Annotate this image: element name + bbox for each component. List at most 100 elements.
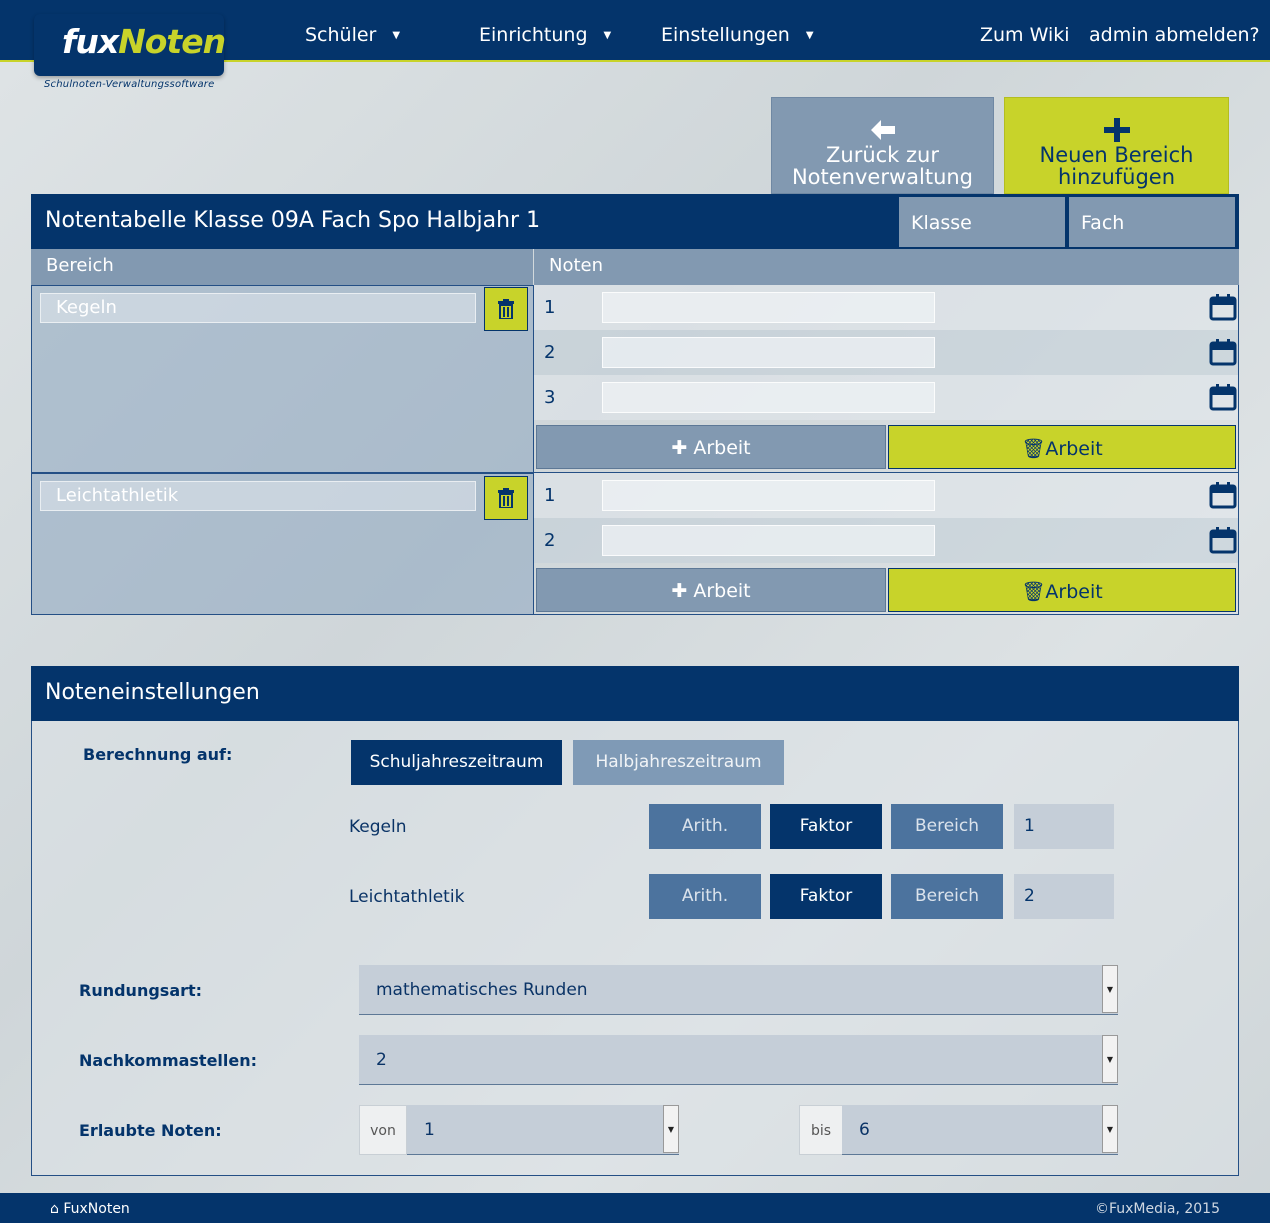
area-row-leichtathletik: Leichtathletik [31,473,534,615]
chevron-down-icon: ▼ [1102,965,1118,1013]
settings-header: Noteneinstellungen [31,666,1239,721]
logo[interactable]: fuxNoten [34,14,226,76]
caret-down-icon: ▼ [392,30,401,41]
nav-schueler[interactable]: Schüler ▼ [305,24,400,46]
delete-area-button[interactable] [484,287,528,331]
add-work-button[interactable]: ✚ Arbeit [536,425,886,469]
add-work-label: Arbeit [693,437,751,459]
arrow-left-icon [870,120,895,140]
allowed-from-value: 1 [424,1120,435,1140]
footer: ⌂ FuxNoten ©FuxMedia, 2015 [0,1193,1270,1223]
factor-input[interactable]: 2 [1014,874,1114,919]
delete-area-button[interactable] [484,476,528,520]
footer-copyright: ©FuxMedia, 2015 [1094,1201,1220,1217]
calendar-icon[interactable] [1209,526,1237,554]
decimals-label: Nachkommastellen: [79,1051,258,1070]
weight-area-label: Leichtathletik [349,887,465,907]
area-row-kegeln: Kegeln [31,285,534,473]
nav-wiki-link[interactable]: Zum Wiki [980,24,1070,46]
note-number: 2 [544,342,556,363]
calendar-icon[interactable] [1209,383,1237,411]
note-input[interactable] [602,292,935,323]
settings-title: Noteneinstellungen [45,680,260,705]
calendar-icon[interactable] [1209,338,1237,366]
plus-icon [1103,118,1130,142]
trash-icon [498,299,514,319]
calc-schuljahr-button[interactable]: Schuljahreszeitraum [351,740,562,785]
trash-icon [498,488,514,508]
rounding-value: mathematisches Runden [376,980,588,1000]
note-input[interactable] [602,337,935,368]
caret-down-icon: ▼ [805,30,814,41]
delete-work-label: Arbeit [1045,438,1103,460]
nav-einstellungen[interactable]: Einstellungen ▼ [661,24,814,46]
add-button-line1: Neuen Bereich [1039,143,1194,167]
note-row: 3 [534,375,1238,420]
delete-work-label: Arbeit [1045,581,1103,603]
klasse-button[interactable]: Klasse [899,197,1065,247]
footer-home-label: FuxNoten [63,1201,130,1217]
note-number: 1 [544,297,556,318]
allowed-from-select[interactable]: 1 ▼ [407,1105,679,1155]
note-input[interactable] [602,382,935,413]
nav-einrichtung[interactable]: Einrichtung ▼ [479,24,611,46]
grade-table-header: Notentabelle Klasse 09A Fach Spo Halbjah… [31,194,1239,249]
decimals-select[interactable]: 2 ▼ [359,1035,1118,1085]
calendar-icon[interactable] [1209,293,1237,321]
rounding-select[interactable]: mathematisches Runden ▼ [359,965,1118,1015]
delete-work-button[interactable]: 🗑Arbeit [888,425,1236,469]
calc-halbjahr-button[interactable]: Halbjahreszeitraum [573,740,784,785]
logo-tagline: Schulnoten-Verwaltungssoftware [44,79,215,90]
rounding-label: Rundungsart: [79,981,203,1000]
plus-icon: ✚ [671,580,688,602]
faktor-button[interactable]: Faktor [770,874,882,919]
column-header-area: Bereich [31,249,533,285]
area-name-input[interactable]: Kegeln [40,293,476,323]
note-number: 2 [544,530,556,551]
calc-label: Berechnung auf: [83,745,233,764]
back-to-grade-management-button[interactable]: Zurück zur Notenverwaltung [771,97,994,194]
add-area-button[interactable]: Neuen Bereich hinzufügen [1004,97,1229,194]
back-button-line1: Zurück zur [826,143,939,167]
back-button-line2: Notenverwaltung [791,165,974,189]
note-row: 2 [534,330,1238,375]
chevron-down-icon: ▼ [1102,1105,1118,1153]
note-number: 1 [544,485,556,506]
plus-icon: ✚ [671,437,688,459]
bereich-button[interactable]: Bereich [891,874,1003,919]
add-button-line2: hinzufügen [1057,165,1176,189]
note-number: 3 [544,387,556,408]
from-addon: von [359,1105,407,1155]
bereich-button[interactable]: Bereich [891,804,1003,849]
delete-work-button[interactable]: 🗑Arbeit [888,568,1236,612]
faktor-button[interactable]: Faktor [770,804,882,849]
home-icon: ⌂ [50,1201,59,1217]
logo-fux: fux [62,22,119,61]
allowed-to-select[interactable]: 6 ▼ [842,1105,1118,1155]
note-row: 1 [534,285,1238,330]
nav-logout-link[interactable]: admin abmelden? [1089,24,1260,46]
arith-button[interactable]: Arith. [649,874,761,919]
decimals-value: 2 [376,1050,387,1070]
chevron-down-icon: ▼ [1102,1035,1118,1083]
note-input[interactable] [602,525,935,556]
chevron-down-icon: ▼ [663,1105,679,1153]
fach-button[interactable]: Fach [1069,197,1235,247]
grade-table-title: Notentabelle Klasse 09A Fach Spo Halbjah… [45,208,541,233]
add-work-button[interactable]: ✚ Arbeit [536,568,886,612]
allowed-to-value: 6 [859,1120,870,1140]
arith-button[interactable]: Arith. [649,804,761,849]
allowed-grades-label: Erlaubte Noten: [79,1121,222,1140]
footer-home-link[interactable]: ⌂ FuxNoten [50,1201,130,1217]
add-work-label: Arbeit [693,580,751,602]
calendar-icon[interactable] [1209,481,1237,509]
area-name-input[interactable]: Leichtathletik [40,481,476,511]
settings-body: Berechnung auf: Schuljahreszeitraum Halb… [31,721,1239,1176]
factor-input[interactable]: 1 [1014,804,1114,849]
notes-block-leichtathletik: 1 2 ✚ Arbeit 🗑Arbeit [534,473,1239,615]
note-row: 1 [534,473,1238,518]
trash-icon: 🗑 [1021,438,1046,460]
note-input[interactable] [602,480,935,511]
nav-einstellungen-label: Einstellungen [661,24,790,46]
notes-block-kegeln: 1 2 3 ✚ Arbeit 🗑Arbeit [534,285,1239,473]
